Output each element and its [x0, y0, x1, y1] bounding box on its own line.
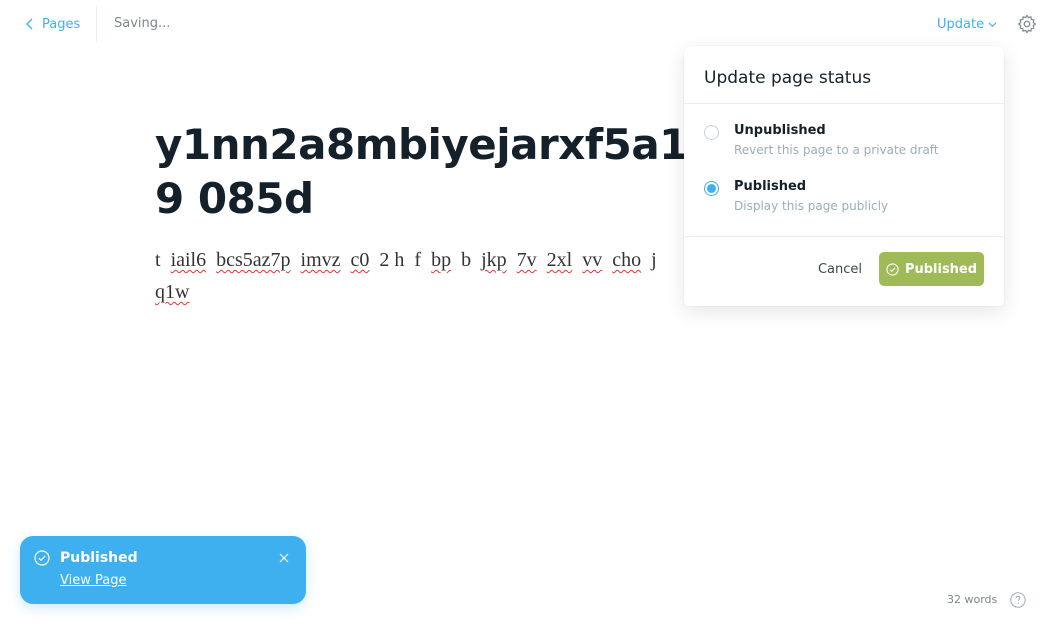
body-word: swt	[155, 313, 183, 314]
body-word: i0	[368, 313, 384, 314]
unpublished-radio[interactable]	[704, 125, 719, 140]
body-word: iail6	[170, 249, 207, 271]
body-word: 2xl	[546, 249, 573, 271]
published-notification: Published View Page	[20, 536, 306, 604]
word-count: 32 words	[947, 593, 998, 606]
body-word: b	[461, 249, 472, 271]
back-to-pages-link[interactable]: Pages	[24, 15, 80, 33]
cancel-button[interactable]: Cancel	[812, 254, 868, 284]
popover-divider	[684, 236, 1004, 237]
header-divider	[96, 6, 97, 42]
top-bar: Pages Saving... Update	[0, 0, 1050, 48]
help-button[interactable]	[1010, 592, 1026, 608]
settings-button[interactable]	[1017, 14, 1037, 34]
chevron-left-icon	[26, 18, 33, 30]
notification-title: Published	[60, 550, 138, 566]
body-word: xbb	[288, 313, 318, 314]
check-circle-icon	[886, 262, 899, 276]
body-word: 1 l	[394, 313, 415, 314]
published-radio[interactable]	[704, 181, 719, 196]
body-word: d95	[328, 313, 358, 314]
body-word: cho	[612, 249, 642, 271]
check-circle-icon	[34, 550, 50, 566]
body-word: bp	[431, 249, 452, 271]
option-label: Published	[734, 179, 807, 194]
body-word: imvz	[300, 249, 341, 271]
status-option-unpublished[interactable]: Unpublished Revert this page to a privat…	[704, 123, 984, 163]
body-word: bcs5az7p	[216, 249, 291, 271]
body-word: x	[218, 313, 228, 314]
post-body[interactable]: t iail6 bcs5az7p imvz c0 2 h f bp b jkp …	[155, 244, 690, 314]
option-label: Unpublished	[734, 123, 826, 138]
close-icon[interactable]	[278, 552, 290, 564]
status-option-published[interactable]: Published Display this page publicly	[704, 179, 984, 219]
back-link-label: Pages	[42, 16, 81, 32]
question-circle-icon	[1010, 592, 1026, 608]
body-line-1: t iail6 bcs5az7p imvz c0 2 h f bp b jkp …	[155, 244, 690, 308]
body-word: j	[651, 249, 657, 271]
save-status: Saving...	[114, 16, 171, 31]
body-word: t	[155, 249, 161, 271]
view-page-link[interactable]: View Page	[60, 573, 126, 588]
post-title[interactable]: y1nn2a8mbiyejarxf5a19 085d	[155, 118, 715, 228]
gear-icon	[1017, 14, 1037, 34]
body-word: f	[414, 249, 422, 271]
update-button-label: Update	[937, 16, 985, 32]
published-button[interactable]: Published	[879, 252, 984, 286]
body-word: 2 h	[379, 249, 405, 271]
option-description: Revert this page to a private draft	[734, 143, 939, 157]
body-word: 7v	[516, 249, 537, 271]
update-dropdown-button[interactable]: Update	[937, 15, 997, 33]
option-description: Display this page publicly	[734, 199, 889, 213]
body-word: m	[193, 313, 209, 314]
body-word: y8g6	[238, 313, 278, 314]
body-word: vv	[582, 249, 603, 271]
published-button-label: Published	[904, 261, 978, 277]
publish-popover: Update page status Unpublished Revert th…	[684, 46, 1004, 306]
popover-divider	[684, 103, 1004, 104]
body-word: q1w	[155, 281, 190, 303]
popover-title: Update page status	[704, 68, 872, 88]
body-word: c0	[350, 249, 370, 271]
body-line-2: swt m x y8g6 xbb d95 i0 1 l	[155, 308, 690, 314]
body-word: jkp	[481, 249, 507, 271]
chevron-down-icon	[988, 21, 997, 27]
